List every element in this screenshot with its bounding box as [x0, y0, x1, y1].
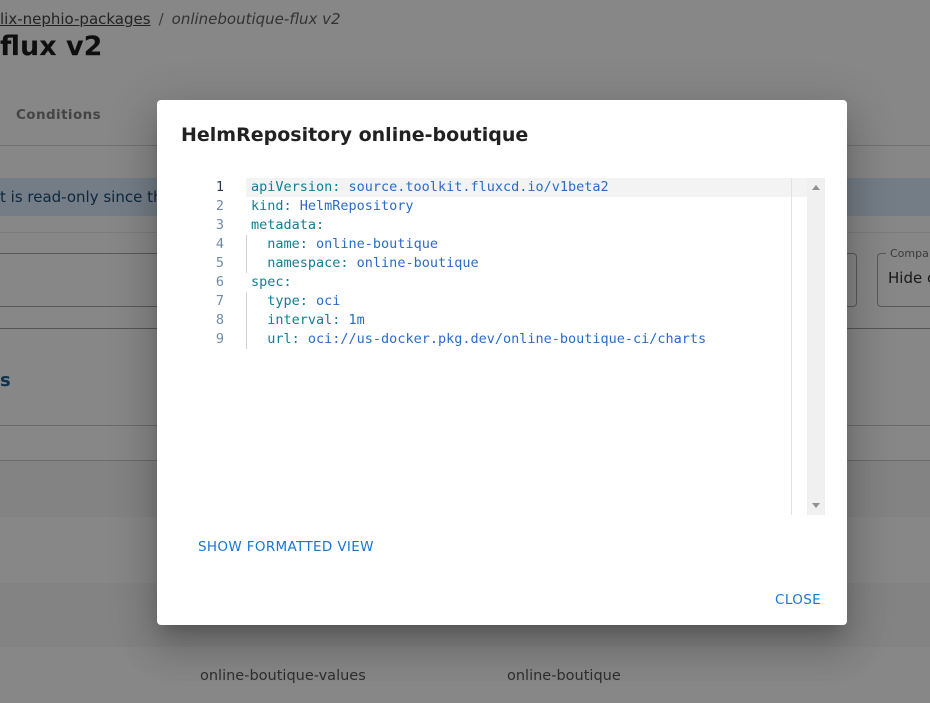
helmrepository-dialog: HelmRepository online-boutique 1 apiVersi…: [157, 100, 847, 625]
code-line: 6 spec:: [196, 273, 807, 292]
code-text: name: online-boutique: [246, 235, 807, 254]
code-text: url: oci://us-docker.pkg.dev/online-bout…: [246, 330, 807, 349]
line-number: 2: [196, 197, 224, 216]
code-text: metadata:: [246, 216, 807, 235]
code-line: 5 namespace: online-boutique: [196, 254, 807, 273]
line-number: 7: [196, 292, 224, 311]
code-text: kind: HelmRepository: [246, 197, 807, 216]
code-line: 2 kind: HelmRepository: [196, 197, 807, 216]
line-number: 3: [196, 216, 224, 235]
code-line: 8 interval: 1m: [196, 311, 807, 330]
close-button[interactable]: CLOSE: [775, 592, 821, 608]
code-line: 3 metadata:: [196, 216, 807, 235]
scroll-down-icon[interactable]: [812, 503, 820, 508]
code-line: 1 apiVersion: source.toolkit.fluxcd.io/v1…: [196, 178, 807, 197]
line-number: 1: [196, 178, 224, 197]
line-number: 5: [196, 254, 224, 273]
dialog-title: HelmRepository online-boutique: [181, 124, 528, 146]
line-number: 9: [196, 330, 224, 349]
yaml-code-editor[interactable]: 1 apiVersion: source.toolkit.fluxcd.io/v1…: [196, 178, 825, 515]
code-line: 4 name: online-boutique: [196, 235, 807, 254]
editor-scrollbar[interactable]: [807, 178, 825, 515]
line-number: 6: [196, 273, 224, 292]
code-text: apiVersion: source.toolkit.fluxcd.io/v1b…: [246, 178, 807, 197]
line-number: 8: [196, 311, 224, 330]
screen: lix-nephio-packages/onlineboutique-flux …: [0, 0, 930, 703]
code-text: namespace: online-boutique: [246, 254, 807, 273]
code-text: spec:: [246, 273, 807, 292]
scroll-up-icon[interactable]: [812, 185, 820, 190]
code-line: 7 type: oci: [196, 292, 807, 311]
line-number: 4: [196, 235, 224, 254]
yaml-editor-lines: 1 apiVersion: source.toolkit.fluxcd.io/v1…: [196, 178, 807, 349]
code-text: interval: 1m: [246, 311, 807, 330]
editor-content-border: [791, 178, 792, 515]
code-text: type: oci: [246, 292, 807, 311]
code-line: 9 url: oci://us-docker.pkg.dev/online-bo…: [196, 330, 807, 349]
show-formatted-view-button[interactable]: SHOW FORMATTED VIEW: [198, 539, 374, 555]
